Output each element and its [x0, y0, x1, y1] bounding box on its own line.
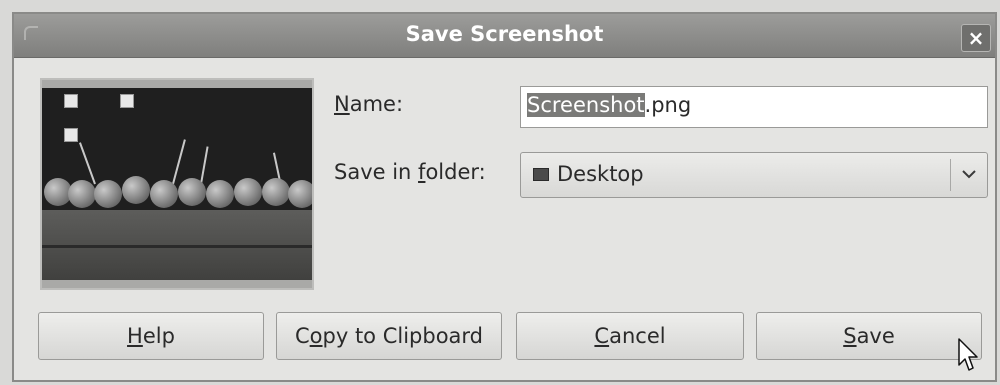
- folder-label: Save in folder:: [334, 160, 486, 184]
- cherry: [122, 176, 150, 204]
- close-icon: ×: [967, 26, 985, 50]
- cherry: [206, 180, 234, 208]
- cherry: [178, 178, 206, 206]
- help-button[interactable]: Help: [38, 312, 264, 360]
- cherry: [234, 178, 262, 206]
- desktop-icon: [533, 168, 549, 181]
- preview-top-panel: [42, 80, 312, 88]
- preview-desktop-icon: [120, 94, 134, 108]
- mouse-pointer-icon: [958, 338, 978, 371]
- save-screenshot-dialog: Save Screenshot × Name: Screenshot.png S…: [12, 12, 997, 382]
- copy-to-clipboard-button[interactable]: Copy to Clipboard: [276, 312, 502, 360]
- cherry: [262, 178, 290, 206]
- name-selected-text: Screenshot: [527, 93, 645, 117]
- name-label: Name:: [334, 92, 404, 116]
- folder-value: Desktop: [557, 162, 644, 186]
- cherry: [94, 180, 122, 208]
- combo-separator: [950, 159, 951, 191]
- cherry-stem: [200, 146, 209, 185]
- folder-combo[interactable]: Desktop: [520, 152, 988, 198]
- cherry: [150, 180, 178, 208]
- close-button[interactable]: ×: [961, 24, 991, 52]
- name-extension-text: .png: [644, 93, 692, 117]
- preview-bottom-panel: [42, 280, 312, 288]
- chevron-down-icon: [962, 170, 976, 179]
- preview-desktop-icon: [64, 94, 78, 108]
- preview-table: [42, 210, 312, 286]
- screenshot-preview: [40, 78, 314, 290]
- cancel-button[interactable]: Cancel: [516, 312, 744, 360]
- preview-desktop-icon: [64, 128, 78, 142]
- preview-table-edge: [42, 245, 312, 248]
- cherry-stem: [79, 142, 96, 185]
- title-bar[interactable]: Save Screenshot ×: [14, 14, 995, 58]
- cherry: [288, 180, 312, 208]
- cherry: [68, 180, 96, 208]
- save-button[interactable]: Save: [756, 312, 982, 360]
- dialog-title: Save Screenshot: [405, 22, 604, 46]
- name-input[interactable]: Screenshot.png: [520, 86, 988, 128]
- cherry-stem: [172, 139, 186, 185]
